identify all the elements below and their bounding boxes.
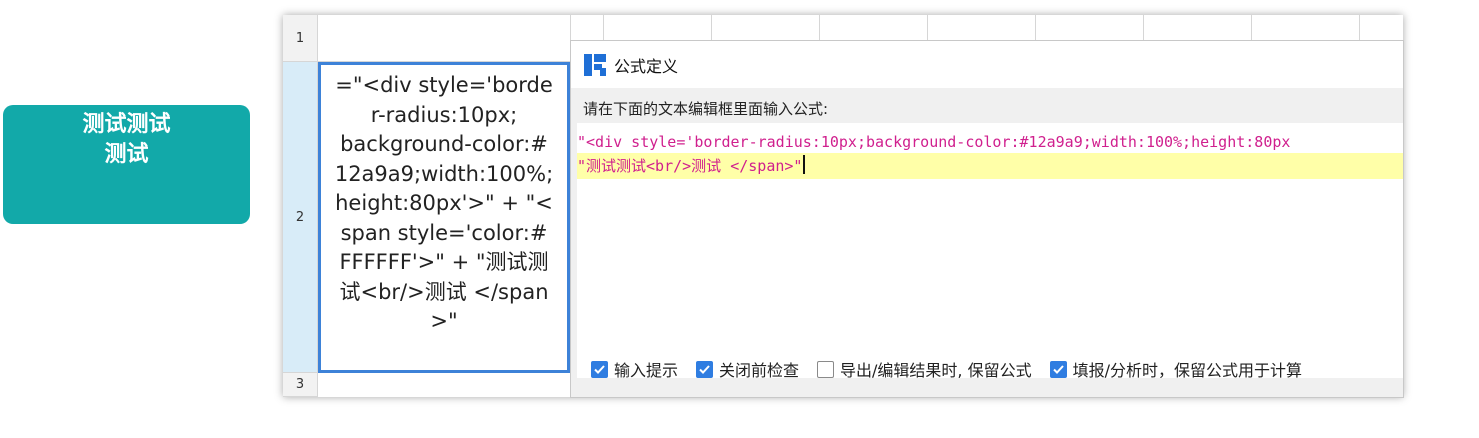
code-line-1: "<div style='border-radius:10px;backgrou… bbox=[577, 133, 1291, 151]
code-line-2: "测试测试<br/>测试 </span>" bbox=[577, 153, 1403, 179]
formula-dialog: 公式定义 请在下面的文本编辑框里面输入公式: "<div style='bord… bbox=[570, 40, 1404, 398]
dialog-prompt: 请在下面的文本编辑框里面输入公式: bbox=[583, 100, 829, 118]
row-header-2[interactable]: 2 bbox=[283, 62, 318, 373]
row-header-1[interactable]: 1 bbox=[283, 15, 318, 62]
option-keep-formula-calc[interactable]: 填报/分析时，保留公式用于计算 bbox=[1049, 357, 1302, 381]
rendered-preview-badge: 测试测试 测试 bbox=[3, 105, 250, 224]
text-caret bbox=[803, 155, 806, 174]
finereport-logo-icon bbox=[584, 53, 606, 76]
options-bar: 输入提示 关闭前检查 导出/编辑结果时, 保留公式 填报/分析时，保留公式用于计… bbox=[591, 357, 1403, 381]
formula-editor[interactable]: "<div style='border-radius:10px;backgrou… bbox=[577, 123, 1403, 378]
checkbox-check-before-close[interactable] bbox=[696, 360, 714, 378]
dialog-title-bar[interactable]: 公式定义 bbox=[571, 41, 1403, 88]
dialog-title: 公式定义 bbox=[614, 56, 679, 76]
option-keep-formula-export[interactable]: 导出/编辑结果时, 保留公式 bbox=[817, 357, 1032, 381]
checkbox-keep-formula-export[interactable] bbox=[817, 360, 835, 378]
option-input-hint[interactable]: 输入提示 bbox=[591, 357, 678, 381]
checkbox-input-hint[interactable] bbox=[591, 360, 608, 378]
option-check-before-close[interactable]: 关闭前检查 bbox=[696, 357, 799, 381]
row-header-3[interactable]: 3 bbox=[283, 373, 318, 397]
preview-line-1: 测试测试 bbox=[82, 112, 171, 137]
preview-line-2: 测试 bbox=[104, 142, 149, 167]
checkbox-keep-formula-calc[interactable] bbox=[1049, 360, 1067, 378]
selected-cell-formula[interactable]: ="<div style='borde r-radius:10px; backg… bbox=[318, 62, 570, 373]
